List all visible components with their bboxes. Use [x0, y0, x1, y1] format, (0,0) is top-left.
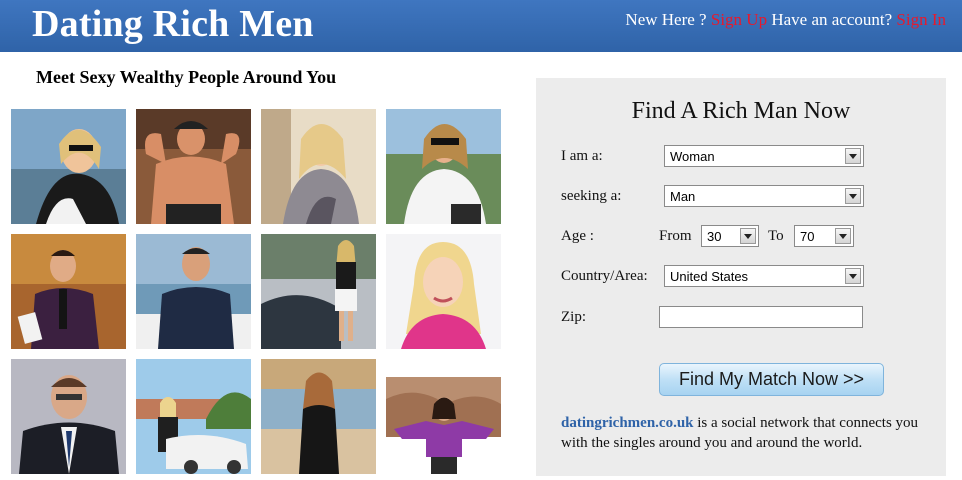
- country-label: Country/Area:: [561, 268, 648, 284]
- search-panel-title: Find A Rich Man Now: [631, 98, 851, 124]
- profile-photo-1[interactable]: [11, 109, 126, 224]
- profile-photo-7[interactable]: [261, 234, 376, 349]
- i-am-label: I am a:: [561, 148, 603, 164]
- chevron-down-icon: [845, 148, 861, 164]
- profile-photo-10[interactable]: [136, 359, 251, 474]
- sign-up-link[interactable]: Sign Up: [711, 10, 767, 29]
- age-to-label: To: [768, 228, 784, 244]
- chevron-down-icon: [845, 188, 861, 204]
- chevron-down-icon: [845, 268, 861, 284]
- country-value: United States: [670, 269, 749, 284]
- profile-photo-4[interactable]: [386, 109, 501, 224]
- profile-photo-grid: [11, 109, 501, 474]
- profile-photo-2[interactable]: [136, 109, 251, 224]
- chevron-down-icon: [835, 228, 851, 244]
- have-account-text: Have an account?: [771, 10, 893, 29]
- auth-links: New Here ? Sign Up Have an account? Sign…: [625, 10, 946, 30]
- age-from-select[interactable]: 30: [701, 225, 759, 247]
- zip-label: Zip:: [561, 309, 586, 325]
- seeking-select[interactable]: Man: [664, 185, 864, 207]
- profile-photo-8[interactable]: [386, 234, 501, 349]
- age-from-label: From: [659, 228, 692, 244]
- age-label: Age :: [561, 228, 594, 244]
- seeking-label: seeking a:: [561, 188, 622, 204]
- i-am-value: Woman: [670, 149, 715, 164]
- site-link[interactable]: datingrichmen.co.uk: [561, 415, 694, 431]
- age-to-select[interactable]: 70: [794, 225, 854, 247]
- chevron-down-icon: [740, 228, 756, 244]
- age-from-value: 30: [707, 229, 722, 244]
- zip-input[interactable]: [659, 306, 863, 328]
- profile-photo-3[interactable]: [261, 109, 376, 224]
- age-to-value: 70: [800, 229, 815, 244]
- site-description: datingrichmen.co.uk is a social network …: [561, 413, 936, 453]
- country-select[interactable]: United States: [664, 265, 864, 287]
- profile-photo-5[interactable]: [11, 234, 126, 349]
- site-header: Dating Rich Men New Here ? Sign Up Have …: [0, 0, 962, 52]
- profile-photo-6[interactable]: [136, 234, 251, 349]
- profile-photo-11[interactable]: [261, 359, 376, 474]
- page-tagline: Meet Sexy Wealthy People Around You: [36, 67, 337, 87]
- seeking-value: Man: [670, 189, 696, 204]
- find-match-button[interactable]: Find My Match Now >>: [659, 363, 884, 396]
- new-here-text: New Here ?: [625, 10, 707, 29]
- site-logo[interactable]: Dating Rich Men: [32, 2, 314, 46]
- profile-photo-12[interactable]: [386, 359, 501, 474]
- search-panel: Find A Rich Man Now I am a: Woman seekin…: [536, 78, 946, 476]
- sign-in-link[interactable]: Sign In: [896, 10, 946, 29]
- profile-photo-9[interactable]: [11, 359, 126, 474]
- i-am-select[interactable]: Woman: [664, 145, 864, 167]
